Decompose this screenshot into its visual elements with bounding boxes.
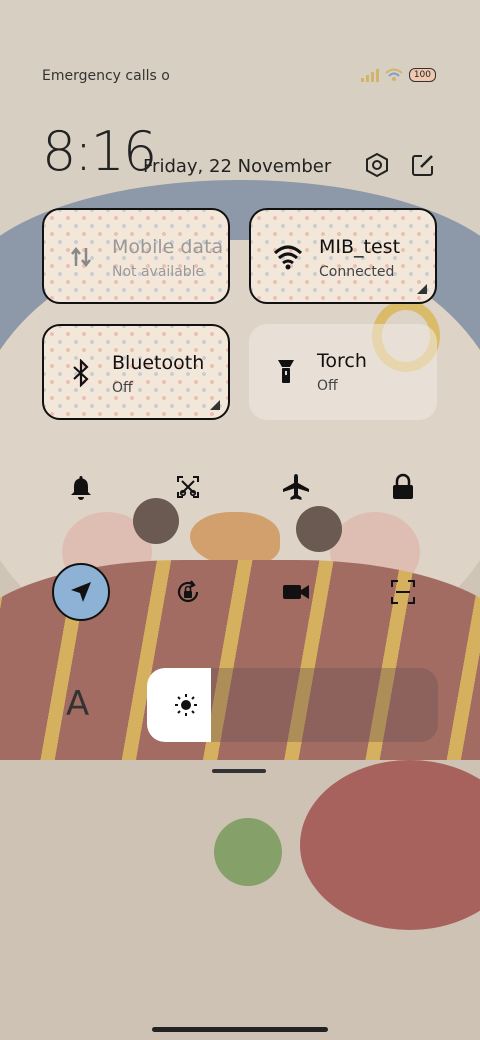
tile-label: Torch	[317, 350, 367, 372]
location-icon[interactable]	[52, 563, 110, 621]
edit-icon[interactable]	[408, 150, 438, 180]
torch-icon	[269, 354, 303, 388]
sun-icon	[175, 694, 197, 716]
scan-icon[interactable]	[374, 563, 432, 621]
tile-status: Off	[112, 380, 133, 396]
tile-wifi[interactable]: MIB_test Connected	[249, 208, 437, 304]
bell-icon[interactable]	[52, 458, 110, 516]
rotation-lock-icon[interactable]	[159, 563, 217, 621]
tile-label: Mobile data	[112, 236, 224, 258]
tile-torch[interactable]: Torch Off	[249, 324, 437, 420]
video-camera-icon[interactable]	[267, 563, 325, 621]
status-bar: Emergency calls o 100	[0, 60, 480, 92]
toggle-row-1	[52, 458, 432, 516]
expand-corner-icon[interactable]	[210, 400, 220, 410]
clock[interactable]: 8:16	[42, 120, 157, 183]
date[interactable]: Friday, 22 November	[143, 156, 331, 177]
tile-mobile-data[interactable]: Mobile data Not available	[42, 208, 230, 304]
tile-status: Off	[317, 378, 338, 394]
brightness-slider[interactable]	[147, 668, 438, 742]
signal-icon	[360, 68, 379, 82]
tile-status: Not available	[112, 264, 205, 280]
mobile-data-icon	[64, 240, 98, 274]
settings-icon[interactable]	[362, 150, 392, 180]
screenshot-icon[interactable]	[159, 458, 217, 516]
drag-handle[interactable]	[212, 769, 266, 773]
tile-label: MIB_test	[319, 236, 401, 258]
home-indicator[interactable]	[152, 1027, 328, 1032]
tile-label: Bluetooth	[112, 352, 205, 374]
lock-icon[interactable]	[374, 458, 432, 516]
toggle-row-2	[52, 563, 432, 621]
auto-brightness-font-button[interactable]: A	[66, 684, 89, 724]
expand-corner-icon[interactable]	[417, 284, 427, 294]
tile-status: Connected	[319, 264, 395, 280]
airplane-icon[interactable]	[267, 458, 325, 516]
wifi-status-icon	[385, 68, 403, 81]
carrier-text: Emergency calls o	[42, 68, 170, 84]
tile-bluetooth[interactable]: Bluetooth Off	[42, 324, 230, 420]
bluetooth-icon	[64, 356, 98, 390]
battery-icon: 100	[408, 68, 436, 82]
wifi-icon	[271, 240, 305, 274]
